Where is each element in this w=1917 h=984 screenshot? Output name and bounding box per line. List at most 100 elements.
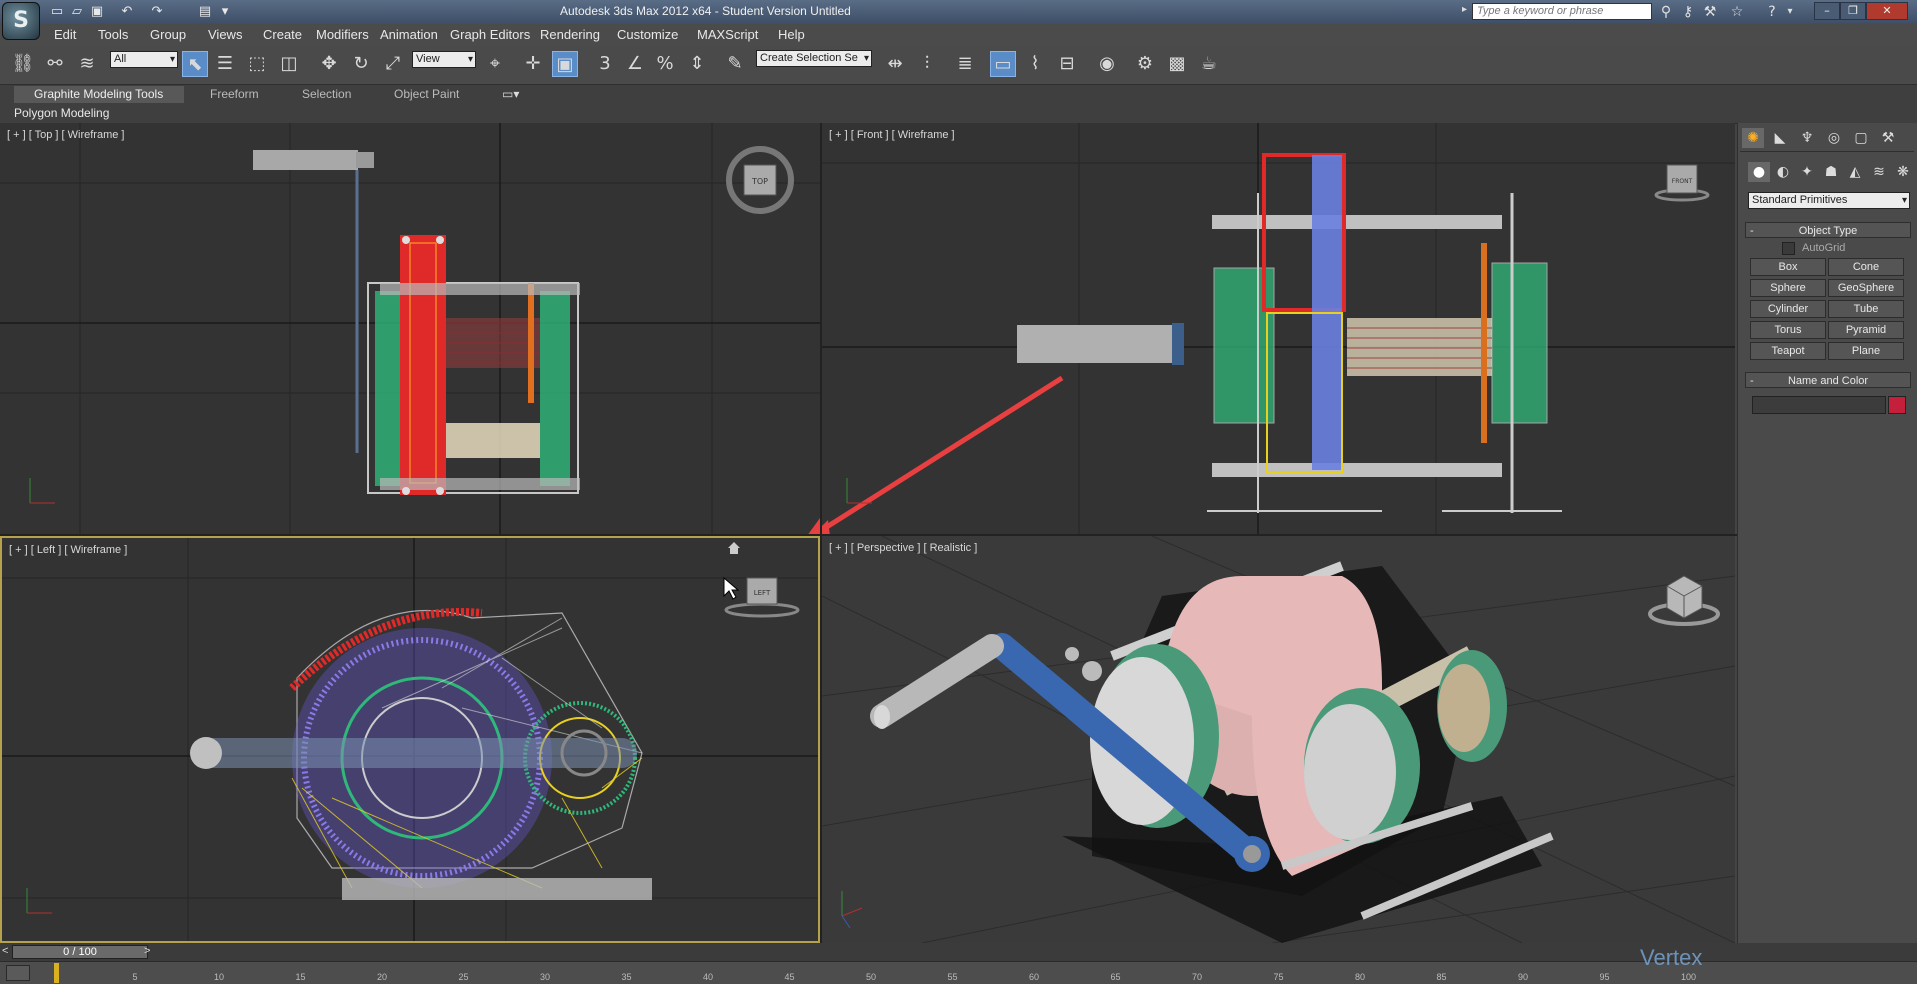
geosphere-button[interactable]: GeoSphere <box>1828 279 1904 297</box>
window-crossing-icon[interactable]: ◫ <box>276 51 302 77</box>
space-warps-category-icon[interactable]: ≋ <box>1868 162 1890 182</box>
project-folder-icon[interactable]: ▤ <box>196 3 214 20</box>
box-button[interactable]: Box <box>1750 258 1826 276</box>
mirror-icon[interactable]: ⇹ <box>882 51 908 77</box>
modify-panel-icon[interactable]: ◣ <box>1769 128 1791 148</box>
undo-icon[interactable]: ↶ <box>118 3 136 20</box>
tab-selection[interactable]: Selection <box>302 86 351 103</box>
lights-category-icon[interactable]: ✦ <box>1796 162 1818 182</box>
time-prev-icon[interactable]: < <box>2 945 8 957</box>
menu-maxscript[interactable]: MAXScript <box>697 27 758 42</box>
schematic-view-icon[interactable]: ⊟ <box>1054 51 1080 77</box>
pyramid-button[interactable]: Pyramid <box>1828 321 1904 339</box>
time-slider[interactable]: 0 / 100 <box>12 945 148 959</box>
tab-object-paint[interactable]: Object Paint <box>394 86 459 103</box>
torus-button[interactable]: Torus <box>1750 321 1826 339</box>
menu-edit[interactable]: Edit <box>54 27 76 42</box>
render-setup-icon[interactable]: ⚙ <box>1132 51 1158 77</box>
select-and-rotate-icon[interactable]: ↻ <box>348 51 374 77</box>
time-next-icon[interactable]: > <box>144 945 150 957</box>
quick-access-dropdown-icon[interactable]: ▾ <box>216 3 234 20</box>
mini-curve-editor-icon[interactable] <box>6 965 30 981</box>
minimize-icon[interactable]: – <box>1814 2 1840 20</box>
menu-create[interactable]: Create <box>263 27 302 42</box>
object-type-rollout[interactable]: - Object Type <box>1745 222 1911 238</box>
align-icon[interactable]: ⫶ <box>914 51 940 77</box>
bind-space-warp-icon[interactable]: ≋ <box>74 51 100 77</box>
search-arrow-icon[interactable]: ▸ <box>1462 4 1467 15</box>
render-production-icon[interactable]: ☕ <box>1196 51 1222 77</box>
viewport-perspective[interactable]: [ + ] [ Perspective ] [ Realistic ] <box>822 536 1735 943</box>
sphere-button[interactable]: Sphere <box>1750 279 1826 297</box>
viewport-left-label[interactable]: [ + ] [ Left ] [ Wireframe ] <box>9 544 127 556</box>
select-and-manipulate-icon[interactable]: ✛ <box>520 51 546 77</box>
cylinder-button[interactable]: Cylinder <box>1750 300 1826 318</box>
autogrid-checkbox[interactable] <box>1782 242 1795 255</box>
shapes-category-icon[interactable]: ◐ <box>1772 162 1794 182</box>
help-icon[interactable]: ? <box>1762 3 1782 21</box>
hierarchy-panel-icon[interactable]: ♆ <box>1796 128 1818 148</box>
menu-graph-editors[interactable]: Graph Editors <box>450 27 530 42</box>
viewport-left[interactable]: LEFT [ + ] [ Left ] [ Wireframe ] <box>0 536 820 943</box>
rendered-frame-window-icon[interactable]: ▩ <box>1164 51 1190 77</box>
motion-panel-icon[interactable]: ◎ <box>1823 128 1845 148</box>
select-object-icon[interactable]: ⬉ <box>182 51 208 77</box>
name-and-color-rollout[interactable]: - Name and Color <box>1745 372 1911 388</box>
open-file-icon[interactable]: ▱ <box>68 3 86 20</box>
communication-center-icon[interactable]: ⚒ <box>1700 3 1720 21</box>
home-icon[interactable] <box>728 542 740 554</box>
new-file-icon[interactable]: ▭ <box>48 3 66 20</box>
display-panel-icon[interactable]: ▢ <box>1850 128 1872 148</box>
geometry-category-icon[interactable]: ● <box>1748 162 1770 182</box>
menu-rendering[interactable]: Rendering <box>540 27 600 42</box>
viewport-perspective-label[interactable]: [ + ] [ Perspective ] [ Realistic ] <box>829 542 977 554</box>
select-and-link-icon[interactable]: ⛓ <box>10 51 36 77</box>
teapot-button[interactable]: Teapot <box>1750 342 1826 360</box>
search-input[interactable]: Type a keyword or phrase <box>1472 3 1652 20</box>
menu-animation[interactable]: Animation <box>380 27 438 42</box>
helpers-category-icon[interactable]: ◭ <box>1844 162 1866 182</box>
spinner-snap-icon[interactable]: ⇕ <box>684 51 710 77</box>
percent-snap-icon[interactable]: % <box>652 51 678 77</box>
material-editor-icon[interactable]: ◉ <box>1094 51 1120 77</box>
viewport-front-label[interactable]: [ + ] [ Front ] [ Wireframe ] <box>829 129 955 141</box>
menu-help[interactable]: Help <box>778 27 805 42</box>
save-file-icon[interactable]: ▣ <box>88 3 106 20</box>
systems-category-icon[interactable]: ❋ <box>1892 162 1914 182</box>
tube-button[interactable]: Tube <box>1828 300 1904 318</box>
object-color-swatch[interactable] <box>1888 396 1906 414</box>
select-by-name-icon[interactable]: ☰ <box>212 51 238 77</box>
ribbon-options-icon[interactable]: ▭▾ <box>502 86 519 103</box>
menu-group[interactable]: Group <box>150 27 186 42</box>
edit-named-selections-icon[interactable]: ✎ <box>722 51 748 77</box>
layer-manager-icon[interactable]: ≣ <box>952 51 978 77</box>
utilities-panel-icon[interactable]: ⚒ <box>1877 128 1899 148</box>
restore-icon[interactable]: ❐ <box>1840 2 1866 20</box>
create-panel-icon[interactable]: ✺ <box>1742 128 1764 148</box>
curve-editor-icon[interactable]: ⌇ <box>1022 51 1048 77</box>
viewport-top-label[interactable]: [ + ] [ Top ] [ Wireframe ] <box>7 129 124 141</box>
menu-modifiers[interactable]: Modifiers <box>316 27 369 42</box>
menu-views[interactable]: Views <box>208 27 242 42</box>
snaps-toggle-icon[interactable]: 3 <box>592 51 618 77</box>
3dsmax-logo-icon[interactable]: S <box>2 2 40 40</box>
reference-coordinate-dropdown[interactable]: View <box>412 51 476 68</box>
graphite-toggle-icon[interactable]: ▭ <box>990 51 1016 77</box>
help-dropdown-icon[interactable]: ▾ <box>1780 3 1800 21</box>
track-bar[interactable] <box>0 961 1917 984</box>
keyboard-shortcut-override-icon[interactable]: ▣ <box>552 51 578 77</box>
favorites-star-icon[interactable]: ☆ <box>1727 3 1747 21</box>
select-and-move-icon[interactable]: ✥ <box>316 51 342 77</box>
close-icon[interactable]: ✕ <box>1866 2 1908 20</box>
pivot-center-icon[interactable]: ⌖ <box>482 51 508 77</box>
object-name-input[interactable] <box>1752 396 1886 414</box>
menu-tools[interactable]: Tools <box>98 27 128 42</box>
cameras-category-icon[interactable]: ☗ <box>1820 162 1842 182</box>
viewport-divider-horizontal[interactable] <box>0 534 1737 536</box>
viewport-divider-vertical[interactable] <box>820 123 822 943</box>
object-category-dropdown[interactable]: Standard Primitives <box>1748 192 1910 209</box>
binoculars-icon[interactable]: ⚲ <box>1656 3 1676 21</box>
rectangular-selection-icon[interactable]: ⬚ <box>244 51 270 77</box>
unlink-icon[interactable]: ⚯ <box>42 51 68 77</box>
viewport-front[interactable]: FRONT [ + ] [ Front ] [ Wireframe ] <box>822 123 1735 534</box>
